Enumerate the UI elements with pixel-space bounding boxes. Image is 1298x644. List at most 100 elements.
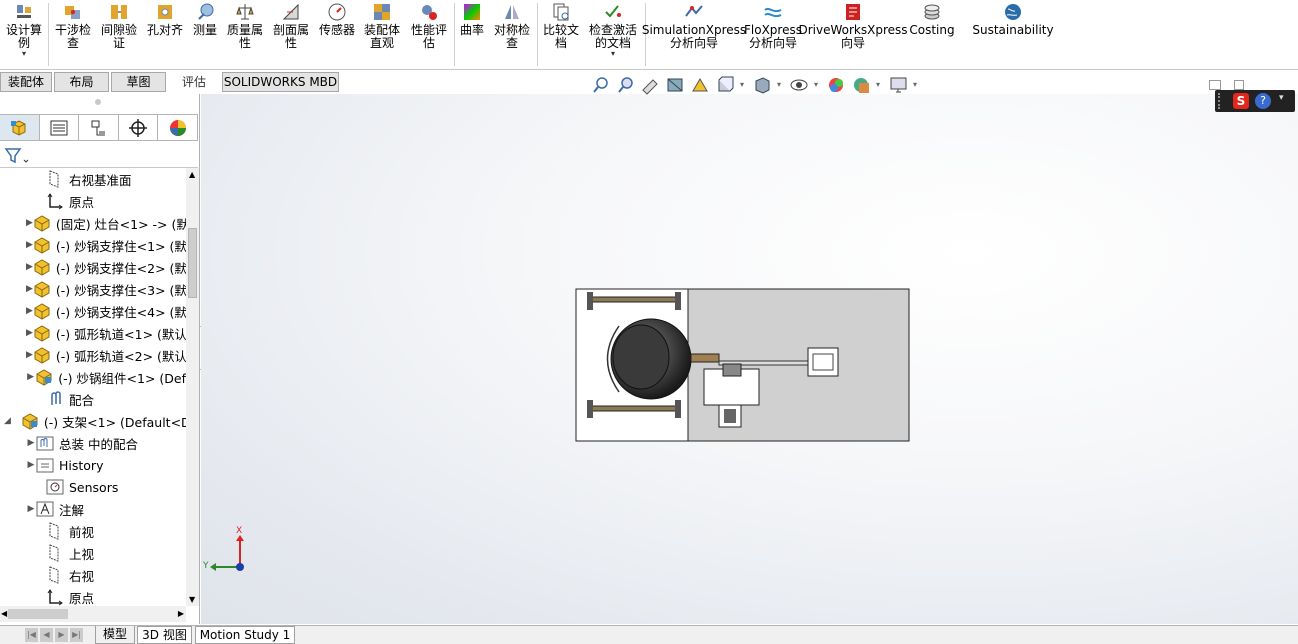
- curvature-button[interactable]: 曲率: [457, 0, 487, 68]
- tree-item[interactable]: 原点: [0, 586, 186, 608]
- chevron-right-icon[interactable]: ▶: [26, 438, 36, 448]
- tree-item[interactable]: 右视基准面: [0, 168, 186, 190]
- display-style-icon[interactable]: [752, 75, 773, 95]
- scroll-up-icon[interactable]: ▲: [189, 170, 195, 179]
- sensor-button[interactable]: 传感器: [316, 0, 358, 68]
- app-logo-icon[interactable]: S: [1233, 93, 1249, 109]
- tree-item[interactable]: 前视: [0, 520, 186, 542]
- chevron-down-icon[interactable]: ▾: [740, 75, 748, 95]
- tab-mbd[interactable]: SOLIDWORKS MBD: [222, 72, 339, 92]
- tree-item[interactable]: ▶ (-) 炒锅支撑住<1> (默: [0, 234, 186, 256]
- tree-item[interactable]: ▶ (-) 炒锅支撑住<2> (默: [0, 256, 186, 278]
- filter-button[interactable]: [3, 146, 31, 166]
- floxpress-button[interactable]: FloXpress 分析向导: [744, 0, 802, 68]
- edit-appearance-icon[interactable]: [826, 75, 847, 95]
- tab-property-manager[interactable]: [40, 115, 80, 140]
- tab-sketch[interactable]: 草图: [111, 72, 166, 92]
- chevron-right-icon[interactable]: ▶: [26, 218, 33, 228]
- design-study-button[interactable]: 设计算 例 ▾: [2, 0, 46, 68]
- tab-model[interactable]: 模型: [95, 626, 135, 644]
- tree-item[interactable]: 上视: [0, 542, 186, 564]
- window-max-icon[interactable]: [1234, 80, 1244, 90]
- tab-display-manager[interactable]: [158, 115, 198, 140]
- chevron-down-icon[interactable]: ▾: [611, 50, 615, 58]
- scrollbar-thumb[interactable]: [188, 228, 197, 298]
- monitor-icon[interactable]: [888, 75, 909, 95]
- chevron-right-icon[interactable]: ▶: [26, 504, 36, 514]
- previous-view-icon[interactable]: [640, 75, 661, 95]
- chevron-right-icon[interactable]: ▶: [26, 284, 33, 294]
- tab-config-manager[interactable]: [79, 115, 119, 140]
- chevron-down-icon[interactable]: ▾: [777, 75, 785, 95]
- tree-item[interactable]: ▶ (-) 炒锅支撑住<4> (默: [0, 300, 186, 322]
- tree-item[interactable]: ▶ History: [0, 454, 186, 476]
- last-tab-icon[interactable]: ▶|: [70, 628, 83, 642]
- scroll-right-icon[interactable]: ▶: [178, 609, 184, 618]
- prev-tab-icon[interactable]: ◀: [40, 628, 53, 642]
- tree-item[interactable]: 原点: [0, 190, 186, 212]
- simxpress-button[interactable]: SimulationXpress 分析向导: [642, 0, 746, 68]
- zoom-area-icon[interactable]: [615, 75, 636, 95]
- graphics-viewport[interactable]: ▾ ▾ ▾ ▾ ▾ X Y: [201, 76, 1298, 624]
- hole-align-button[interactable]: 孔对齐: [144, 0, 186, 68]
- chevron-down-icon[interactable]: ▾: [1279, 93, 1284, 103]
- tree-item[interactable]: ▶ (-) 弧形轨道<1> (默认: [0, 322, 186, 344]
- tab-feature-manager[interactable]: [0, 115, 40, 140]
- chevron-down-icon[interactable]: ▾: [876, 75, 884, 95]
- clearance-button[interactable]: 间隙验 证: [98, 0, 140, 68]
- tree-item[interactable]: 右视: [0, 564, 186, 586]
- chevron-down-icon[interactable]: ▾: [814, 75, 822, 95]
- mass-props-button[interactable]: 质量属 性: [224, 0, 266, 68]
- chevron-right-icon[interactable]: ▶: [26, 262, 33, 272]
- scrollbar-thumb[interactable]: [8, 609, 68, 619]
- tab-layout[interactable]: 布局: [54, 72, 109, 92]
- view-orientation-icon[interactable]: [715, 75, 736, 95]
- tree-item[interactable]: ◢ (-) 支架<1> (Default<De: [0, 410, 186, 432]
- tree-item[interactable]: ▶ (-) 弧形轨道<2> (默认: [0, 344, 186, 366]
- costing-button[interactable]: Costing: [906, 0, 958, 68]
- help-icon[interactable]: ?: [1255, 93, 1271, 109]
- scroll-left-icon[interactable]: ◀: [1, 609, 7, 618]
- tab-navigation[interactable]: |◀ ◀ ▶ ▶|: [25, 628, 87, 642]
- chevron-right-icon[interactable]: ▶: [26, 350, 33, 360]
- scene-icon[interactable]: [851, 75, 872, 95]
- tree-item[interactable]: 配合: [0, 388, 186, 410]
- next-tab-icon[interactable]: ▶: [55, 628, 68, 642]
- tree-horizontal-scrollbar[interactable]: ◀ ▶: [0, 606, 186, 622]
- check-active-doc-button[interactable]: 检查激活 的文档 ▾: [585, 0, 641, 68]
- tab-assembly[interactable]: 装配体: [0, 72, 52, 92]
- sustainability-button[interactable]: Sustainability: [972, 0, 1054, 68]
- scroll-down-icon[interactable]: ▼: [189, 595, 195, 604]
- zoom-to-fit-icon[interactable]: [590, 75, 611, 95]
- tab-motion-study[interactable]: Motion Study 1: [195, 626, 295, 644]
- chevron-right-icon[interactable]: ▶: [26, 306, 33, 316]
- chevron-right-icon[interactable]: ▶: [26, 460, 36, 470]
- tab-evaluate[interactable]: 评估: [168, 72, 220, 92]
- tree-item[interactable]: ▶ (-) 炒锅组件<1> (Def: [0, 366, 186, 388]
- window-restore-icon[interactable]: [1209, 80, 1221, 90]
- chevron-down-icon[interactable]: ◢: [4, 416, 11, 426]
- driveworks-button[interactable]: DriveWorksXpress 向导: [798, 0, 908, 68]
- measure-button[interactable]: 测量: [189, 0, 221, 68]
- tree-item[interactable]: ▶ (-) 炒锅支撑住<3> (默: [0, 278, 186, 300]
- chevron-right-icon[interactable]: ▶: [26, 328, 33, 338]
- chevron-right-icon[interactable]: ▶: [26, 372, 35, 382]
- section-view-icon[interactable]: [665, 75, 686, 95]
- dynamic-annotation-icon[interactable]: [690, 75, 711, 95]
- compare-docs-button[interactable]: 比较文 档: [541, 0, 581, 68]
- tree-vertical-scrollbar[interactable]: ▲ ▼: [186, 168, 199, 606]
- tree-item[interactable]: ▶ (固定) 灶台<1> -> (默: [0, 212, 186, 234]
- panel-grip[interactable]: [95, 99, 101, 105]
- first-tab-icon[interactable]: |◀: [25, 628, 38, 642]
- interference-button[interactable]: 干涉检 查: [52, 0, 94, 68]
- chevron-down-icon[interactable]: ▾: [913, 75, 921, 95]
- perf-eval-button[interactable]: 性能评 估: [407, 0, 451, 68]
- tab-dimxpert[interactable]: [119, 115, 159, 140]
- tree-item[interactable]: Sensors: [0, 476, 186, 498]
- chevron-right-icon[interactable]: ▶: [26, 240, 33, 250]
- hide-show-icon[interactable]: [789, 75, 810, 95]
- tree-item[interactable]: ▶ 总装 中的配合: [0, 432, 186, 454]
- asm-visual-button[interactable]: 装配体 直观: [361, 0, 403, 68]
- chevron-down-icon[interactable]: ▾: [22, 50, 26, 58]
- tree-item[interactable]: ▶ 注解: [0, 498, 186, 520]
